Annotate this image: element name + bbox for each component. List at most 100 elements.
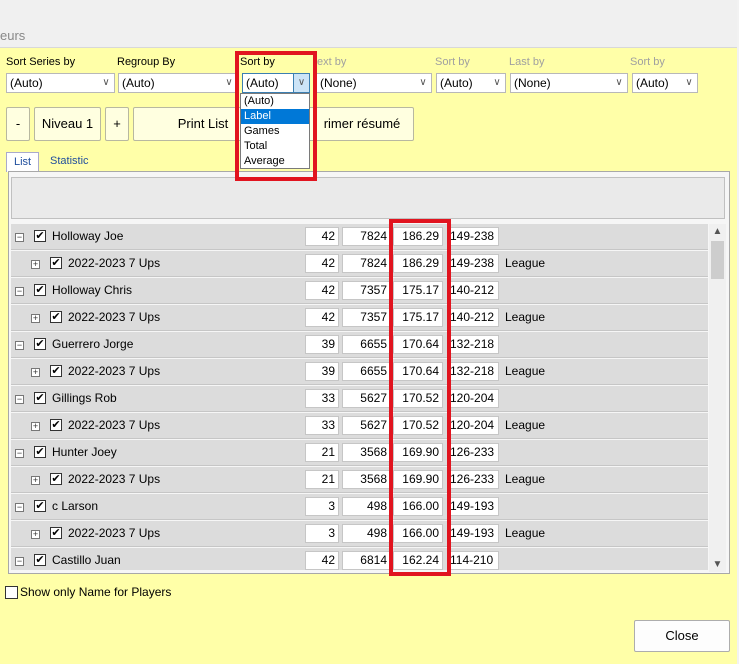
sort-combo-2[interactable]: (Auto) ∨ [242,73,310,93]
row-checkbox[interactable]: ✔ [34,500,46,512]
row-type: League [505,472,546,486]
range-cell: 126-233 [447,470,499,489]
dropdown-option[interactable]: Total [241,139,309,154]
row-type: League [505,418,546,432]
collapse-icon[interactable]: − [15,287,24,296]
average-cell: 175.17 [393,281,443,300]
sort-combo-0[interactable]: (Auto) ∨ [6,73,115,93]
sort-combo-value: (None) [514,76,551,90]
table-row[interactable]: − ✔ Guerrero Jorge 39 6655 170.64 132-218 [11,332,708,358]
table-row[interactable]: + ✔ 2022-2023 7 Ups 33 5627 170.52 120-204 Leag… [11,413,708,439]
games-cell: 21 [305,470,339,489]
row-checkbox[interactable]: ✔ [34,446,46,458]
sort-combo-4[interactable]: (Auto) ∨ [436,73,506,93]
chevron-down-icon[interactable]: ∨ [98,74,114,92]
expand-icon[interactable]: + [31,530,40,539]
chevron-down-icon[interactable]: ∨ [221,74,237,92]
level-button[interactable]: Niveau 1 [34,107,101,141]
table-row[interactable]: + ✔ 2022-2023 7 Ups 42 7824 186.29 149-238 Leag… [11,251,708,277]
games-cell: 3 [305,524,339,543]
scroll-thumb[interactable] [711,241,724,279]
chevron-down-icon[interactable]: ∨ [611,74,627,92]
sort-combo-6[interactable]: (Auto) ∨ [632,73,698,93]
range-cell: 149-193 [447,497,499,516]
row-type: League [505,256,546,270]
table-row[interactable]: − ✔ c Larson 3 498 166.00 149-193 [11,494,708,520]
games-cell: 21 [305,443,339,462]
scroll-down-icon[interactable]: ▼ [709,557,726,572]
range-cell: 120-204 [447,416,499,435]
collapse-icon[interactable]: − [15,233,24,242]
table-row[interactable]: + ✔ 2022-2023 7 Ups 3 498 166.00 149-193 League [11,521,708,547]
average-cell: 170.52 [393,389,443,408]
row-name: Holloway Joe [52,229,124,243]
row-name: 2022-2023 7 Ups [68,310,161,324]
total-cell: 7357 [342,281,391,300]
row-checkbox[interactable]: ✔ [50,527,62,539]
collapse-icon[interactable]: − [15,557,24,566]
sort-combo-value: (Auto) [122,76,155,90]
row-checkbox[interactable]: ✔ [34,230,46,242]
expand-icon[interactable]: + [31,314,40,323]
games-cell: 42 [305,551,339,570]
row-checkbox[interactable]: ✔ [34,392,46,404]
close-button[interactable]: Close [634,620,730,652]
chevron-down-icon[interactable]: ∨ [681,74,697,92]
table-row[interactable]: − ✔ Castillo Juan 42 6814 162.24 114-210 [11,548,708,570]
average-cell: 169.90 [393,470,443,489]
tab-list[interactable]: List [6,152,40,172]
collapse-icon[interactable]: − [15,341,24,350]
sort-combo-5[interactable]: (None) ∨ [510,73,628,93]
collapse-level-button[interactable]: - [6,107,30,141]
table-row[interactable]: + ✔ 2022-2023 7 Ups 42 7357 175.17 140-212 Leag… [11,305,708,331]
sort-combo-value: (Auto) [636,76,669,90]
row-checkbox[interactable]: ✔ [50,419,62,431]
sort-combo-3[interactable]: (None) ∨ [316,73,432,93]
sort-combo-value: (Auto) [440,76,473,90]
dropdown-option[interactable]: Games [241,124,309,139]
title-bar: eurs [0,0,739,48]
checkbox-box[interactable] [5,586,18,599]
total-cell: 5627 [342,389,391,408]
row-checkbox[interactable]: ✔ [34,284,46,296]
dropdown-option[interactable]: (Auto) [241,94,309,109]
row-checkbox[interactable]: ✔ [34,338,46,350]
row-name: Castillo Juan [52,553,121,567]
expand-icon[interactable]: + [31,368,40,377]
sort-by-dropdown-list[interactable]: (Auto) Label Games Total Average [240,93,310,169]
grid-rows: − ✔ Holloway Joe 42 7824 186.29 149-238 + ✔ 2022-… [11,224,708,570]
table-row[interactable]: + ✔ 2022-2023 7 Ups 39 6655 170.64 132-218 Leag… [11,359,708,385]
sort-combo-value: (Auto) [246,76,279,90]
chevron-down-icon[interactable]: ∨ [489,74,505,92]
table-row[interactable]: − ✔ Holloway Chris 42 7357 175.17 140-212 [11,278,708,304]
table-row[interactable]: − ✔ Holloway Joe 42 7824 186.29 149-238 [11,224,708,250]
row-checkbox[interactable]: ✔ [50,311,62,323]
collapse-icon[interactable]: − [15,395,24,404]
row-checkbox[interactable]: ✔ [50,257,62,269]
expand-icon[interactable]: + [31,476,40,485]
table-row[interactable]: + ✔ 2022-2023 7 Ups 21 3568 169.90 126-233 Leag… [11,467,708,493]
range-cell: 140-212 [447,281,499,300]
collapse-icon[interactable]: − [15,449,24,458]
row-checkbox[interactable]: ✔ [34,554,46,566]
total-cell: 3568 [342,470,391,489]
dropdown-option[interactable]: Label [241,109,309,124]
dropdown-option[interactable]: Average [241,154,309,169]
average-cell: 186.29 [393,227,443,246]
sort-label-1: Regroup By [117,56,176,68]
chevron-down-icon[interactable]: ∨ [293,74,309,92]
table-row[interactable]: − ✔ Hunter Joey 21 3568 169.90 126-233 [11,440,708,466]
row-checkbox[interactable]: ✔ [50,365,62,377]
row-checkbox[interactable]: ✔ [50,473,62,485]
collapse-icon[interactable]: − [15,503,24,512]
scroll-up-icon[interactable]: ▲ [709,224,726,239]
tab-statistic[interactable]: Statistic [43,152,96,172]
chevron-down-icon[interactable]: ∨ [415,74,431,92]
expand-icon[interactable]: + [31,422,40,431]
table-row[interactable]: − ✔ Gillings Rob 33 5627 170.52 120-204 [11,386,708,412]
sort-combo-1[interactable]: (Auto) ∨ [118,73,238,93]
expand-level-button[interactable]: + [105,107,129,141]
vertical-scrollbar[interactable]: ▲ ▼ [709,224,726,572]
expand-icon[interactable]: + [31,260,40,269]
games-cell: 42 [305,281,339,300]
